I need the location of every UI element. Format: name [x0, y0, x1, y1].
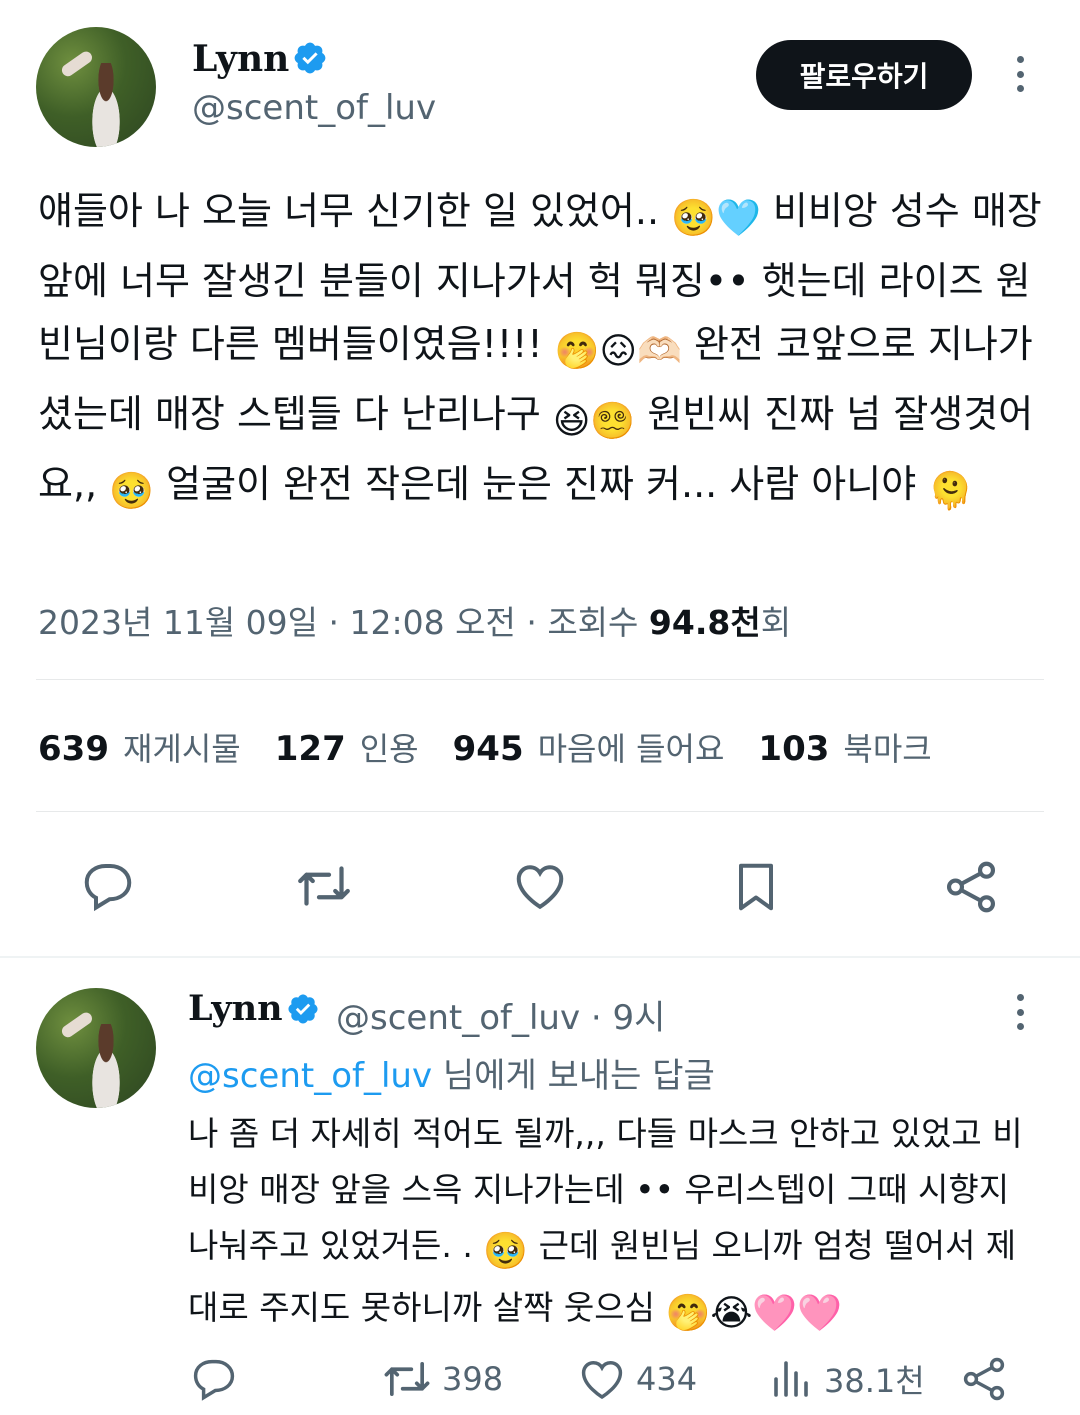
reply-icon	[193, 1359, 235, 1401]
repost-button[interactable]	[292, 856, 356, 916]
views-suffix: 회	[760, 603, 792, 642]
reply-meta: @scent_of_luv · 9시	[336, 990, 665, 1039]
reply-author-handle[interactable]: @scent_of_luv	[336, 998, 580, 1038]
reply-header: Lynn	[188, 988, 283, 1029]
section-divider	[0, 956, 1080, 958]
divider	[36, 679, 1044, 680]
author-avatar[interactable]	[36, 27, 156, 147]
reply-author-name[interactable]: Lynn	[188, 988, 283, 1029]
reply-share-button[interactable]	[958, 1353, 1010, 1405]
share-button[interactable]	[940, 856, 1002, 918]
retweet-icon	[384, 1361, 430, 1397]
share-icon	[963, 1357, 1005, 1401]
emoji-group: 🥹	[483, 1231, 529, 1272]
divider	[36, 811, 1044, 812]
like-button[interactable]	[509, 856, 571, 916]
emoji-group: 🤭😖🫶🏻	[554, 331, 682, 372]
views-count: 38.1천	[824, 1362, 925, 1400]
follow-button[interactable]: 팔로우하기	[756, 40, 972, 110]
more-options-icon[interactable]	[1014, 56, 1026, 92]
like-count: 434	[636, 1360, 698, 1398]
tweet-meta: 2023년 11월 09일 · 12:08 오전 · 조회수 94.8천회	[38, 603, 792, 642]
avatar-figure	[81, 1024, 130, 1108]
tweet-text: 얘들아 나 오늘 너무 신기한 일 있었어.. 🥹🩵 비비앙 성수 매장 앞에 …	[38, 180, 1048, 523]
bookmark-button[interactable]	[726, 856, 786, 918]
tweet-date[interactable]: 2023년 11월 09일	[38, 603, 318, 642]
share-icon	[946, 861, 996, 913]
tweet-time[interactable]: 12:08 오전	[350, 603, 516, 642]
reply-tweet-text: 나 좀 더 자세히 적어도 될까,,, 다들 마스크 안하고 있었고 비비앙 매…	[188, 1106, 1038, 1342]
reply-button[interactable]	[78, 856, 138, 916]
retweet-icon	[298, 866, 350, 906]
views-label: 조회수	[547, 603, 639, 642]
engagement-stats: 639 재게시물 127 인용 945 마음에 들어요 103 북마크	[38, 724, 932, 770]
reply-author-avatar[interactable]	[36, 988, 156, 1108]
like-icon	[516, 865, 564, 910]
reply-reply-button[interactable]	[188, 1353, 240, 1405]
reply-views-button[interactable]: 38.1천	[768, 1353, 925, 1405]
replying-to: @scent_of_luv 님에게 보내는 답글	[188, 1048, 715, 1097]
like-icon	[581, 1361, 623, 1400]
text-segment: 얘들아 나 오늘 너무 신기한 일 있었어..	[38, 189, 672, 233]
verified-badge-icon	[288, 994, 318, 1024]
emoji-group: 🥹	[109, 471, 155, 512]
stat-reposts[interactable]: 639 재게시물	[38, 724, 241, 770]
verified-badge-icon	[294, 42, 326, 74]
emoji-group: 🤭😭🩷🩷	[665, 1293, 843, 1334]
views-value: 94.8천	[648, 603, 761, 642]
emoji-group: 😆😵‍💫	[552, 401, 636, 442]
reply-to-mention[interactable]: @scent_of_luv	[188, 1056, 432, 1096]
stat-likes[interactable]: 945 마음에 들어요	[453, 724, 725, 770]
reply-like-button[interactable]: 434	[576, 1353, 697, 1405]
stat-bookmarks[interactable]: 103 북마크	[758, 724, 931, 770]
bookmark-icon	[739, 863, 773, 911]
avatar-figure	[81, 63, 130, 147]
author-name[interactable]: Lynn	[192, 38, 289, 80]
author-handle[interactable]: @scent_of_luv	[192, 88, 436, 128]
reply-more-options-icon[interactable]	[1014, 994, 1026, 1030]
meta-separator: ·	[590, 998, 602, 1038]
text-segment: 얼굴이 완전 작은데 눈은 진짜 커... 사람 아니야	[154, 462, 929, 506]
reply-repost-button[interactable]: 398	[380, 1353, 503, 1405]
emoji-group: 🥹🩵	[671, 198, 761, 239]
reply-to-suffix: 님에게 보내는 답글	[432, 1056, 715, 1096]
views-chart-icon	[774, 1361, 808, 1397]
reply-time[interactable]: 9시	[613, 998, 666, 1038]
emoji-group: 🫠	[928, 471, 974, 512]
repost-count: 398	[442, 1360, 504, 1398]
stat-quotes[interactable]: 127 인용	[275, 724, 419, 770]
reply-icon	[84, 864, 132, 912]
